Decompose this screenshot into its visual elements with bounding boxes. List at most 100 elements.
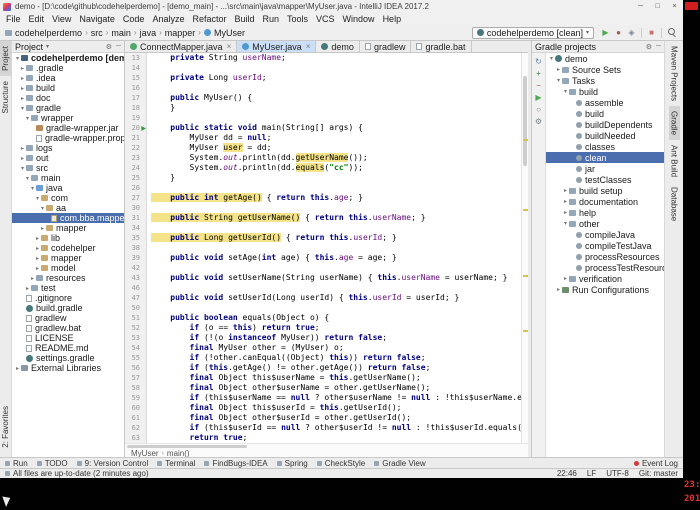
breadcrumb-item-myuser[interactable]: MyUser xyxy=(204,28,245,38)
toolwindow-run[interactable]: Run xyxy=(5,459,28,468)
tab-connectmapper-java[interactable]: ConnectMapper.java× xyxy=(125,41,237,52)
project-item-main[interactable]: ▾main xyxy=(12,173,124,183)
project-item-build[interactable]: ▸build xyxy=(12,83,124,93)
search-everywhere-icon[interactable] xyxy=(665,26,678,39)
project-item-gradlew[interactable]: gradlew xyxy=(12,313,124,323)
project-item-doc[interactable]: ▸doc xyxy=(12,93,124,103)
project-item-model[interactable]: ▸model xyxy=(12,263,124,273)
status-segment-3[interactable]: Git: master xyxy=(639,469,678,478)
chevron-right-icon[interactable]: ▸ xyxy=(19,145,26,152)
gradle-item-build[interactable]: build xyxy=(546,108,664,119)
breadcrumb-item-mapper[interactable]: mapper xyxy=(165,28,196,38)
chevron-right-icon[interactable]: ▸ xyxy=(19,65,26,72)
refresh-icon[interactable]: ↻ xyxy=(535,55,542,67)
detach-project-icon[interactable]: − xyxy=(536,79,541,91)
gradle-item-help[interactable]: ▸help xyxy=(546,207,664,218)
toolwindow-gradle-view[interactable]: Gradle View xyxy=(374,459,425,468)
project-item-license[interactable]: LICENSE xyxy=(12,333,124,343)
chevron-right-icon[interactable]: ▸ xyxy=(562,198,569,205)
event-log-button[interactable]: Event Log xyxy=(634,459,678,468)
run-configuration-select[interactable]: codehelperdemo [clean] ▾ xyxy=(472,27,594,39)
menu-item-run[interactable]: Run xyxy=(259,14,284,24)
chevron-right-icon[interactable]: ▸ xyxy=(29,275,36,282)
vertical-scrollbar-thumb[interactable] xyxy=(523,76,527,166)
chevron-down-icon[interactable]: ▾ xyxy=(562,220,569,227)
chevron-right-icon[interactable]: ▸ xyxy=(34,245,41,252)
chevron-down-icon[interactable]: ▾ xyxy=(39,205,46,212)
chevron-right-icon[interactable]: ▸ xyxy=(19,85,26,92)
gradle-item-compiletestjava[interactable]: compileTestJava xyxy=(546,240,664,251)
tab-demo[interactable]: demo xyxy=(316,41,360,52)
run-icon[interactable]: ▶ xyxy=(599,26,612,39)
horizontal-scrollbar[interactable] xyxy=(125,443,528,449)
menu-item-build[interactable]: Build xyxy=(230,14,258,24)
chevron-right-icon[interactable]: ▸ xyxy=(19,75,26,82)
toolwindow-spring[interactable]: Spring xyxy=(277,459,308,468)
chevron-right-icon[interactable]: ▸ xyxy=(24,285,31,292)
breadcrumb-item-src[interactable]: src xyxy=(91,28,103,38)
project-item-mapper[interactable]: ▸mapper xyxy=(12,253,124,263)
gradle-item-testclasses[interactable]: testClasses xyxy=(546,174,664,185)
breadcrumb-item-java[interactable]: java xyxy=(140,28,157,38)
gradle-item-jar[interactable]: jar xyxy=(546,163,664,174)
project-item--gitignore[interactable]: .gitignore xyxy=(12,293,124,303)
offline-mode-icon[interactable]: ○ xyxy=(536,103,541,115)
stop-icon[interactable]: ■ xyxy=(645,26,658,39)
stripe-2-favorites[interactable]: 2: Favorites xyxy=(0,401,11,453)
stripe-gradle[interactable]: Gradle xyxy=(669,106,680,140)
gradle-item-clean[interactable]: clean xyxy=(546,152,664,163)
stripe-database[interactable]: Database xyxy=(669,182,680,226)
status-segment-2[interactable]: UTF-8 xyxy=(606,469,629,478)
settings-icon[interactable]: ⚙ xyxy=(535,115,542,127)
project-item-readme-md[interactable]: README.md xyxy=(12,343,124,353)
menu-item-file[interactable]: File xyxy=(2,14,25,24)
project-item-resources[interactable]: ▸resources xyxy=(12,273,124,283)
gradle-item-other[interactable]: ▾other xyxy=(546,218,664,229)
menu-item-refactor[interactable]: Refactor xyxy=(188,14,230,24)
chevron-right-icon[interactable]: ▸ xyxy=(562,275,569,282)
close-icon[interactable]: × xyxy=(227,42,232,51)
chevron-right-icon[interactable]: ▸ xyxy=(14,365,21,372)
toolwindow-version-control[interactable]: 9: Version Control xyxy=(77,459,149,468)
gradle-item-build-setup[interactable]: ▸build setup xyxy=(546,185,664,196)
project-item-lib[interactable]: ▸lib xyxy=(12,233,124,243)
gradle-item-documentation[interactable]: ▸documentation xyxy=(546,196,664,207)
menu-item-navigate[interactable]: Navigate xyxy=(75,14,119,24)
project-item-gradle[interactable]: ▾gradle xyxy=(12,103,124,113)
project-item-settings-gradle[interactable]: settings.gradle xyxy=(12,353,124,363)
chevron-down-icon[interactable]: ▾ xyxy=(562,88,569,95)
project-item-gradle-wrapper-jar[interactable]: gradle-wrapper.jar xyxy=(12,123,124,133)
menu-item-help[interactable]: Help xyxy=(379,14,406,24)
status-segment-0[interactable]: 22:46 xyxy=(557,469,577,478)
chevron-right-icon[interactable]: ▸ xyxy=(19,95,26,102)
menu-item-view[interactable]: View xyxy=(48,14,75,24)
menu-item-vcs[interactable]: VCS xyxy=(312,14,339,24)
gradle-item-processresources[interactable]: processResources xyxy=(546,251,664,262)
toolwindow-todo[interactable]: TODO xyxy=(37,459,68,468)
chevron-right-icon[interactable]: ▸ xyxy=(562,209,569,216)
chevron-down-icon[interactable]: ▾ xyxy=(14,55,21,62)
chevron-down-icon[interactable]: ▾ xyxy=(24,175,31,182)
chevron-right-icon[interactable]: ▸ xyxy=(562,187,569,194)
tab-myuser-java[interactable]: MyUser.java× xyxy=(237,41,316,52)
coverage-icon[interactable]: ◈ xyxy=(625,26,638,39)
gradle-item-builddependents[interactable]: buildDependents xyxy=(546,119,664,130)
gradle-item-verification[interactable]: ▸verification xyxy=(546,273,664,284)
chevron-down-icon[interactable]: ▾ xyxy=(19,105,26,112)
horizontal-scrollbar-thumb[interactable] xyxy=(127,445,247,448)
editor-code[interactable]: private String userName; private Long us… xyxy=(147,53,521,443)
gradle-item-buildneeded[interactable]: buildNeeded xyxy=(546,130,664,141)
run-line-icon[interactable]: ▶ xyxy=(141,125,146,132)
debug-icon[interactable]: ● xyxy=(612,26,625,39)
gradle-item-build[interactable]: ▾build xyxy=(546,86,664,97)
project-item-com-bba-mapper[interactable]: com.bba.mapper xyxy=(12,213,124,223)
project-item-codehelper[interactable]: ▸codehelper xyxy=(12,243,124,253)
project-item--gradle[interactable]: ▸.gradle xyxy=(12,63,124,73)
run-task-icon[interactable]: ▶ xyxy=(535,91,541,103)
minimize-button[interactable]: ─ xyxy=(632,0,649,13)
stripe-project[interactable]: Project xyxy=(0,41,11,76)
status-segment-1[interactable]: LF xyxy=(587,469,596,478)
chevron-down-icon[interactable]: ▾ xyxy=(29,185,36,192)
chevron-right-icon[interactable]: ▸ xyxy=(34,265,41,272)
close-icon[interactable]: × xyxy=(306,42,311,51)
